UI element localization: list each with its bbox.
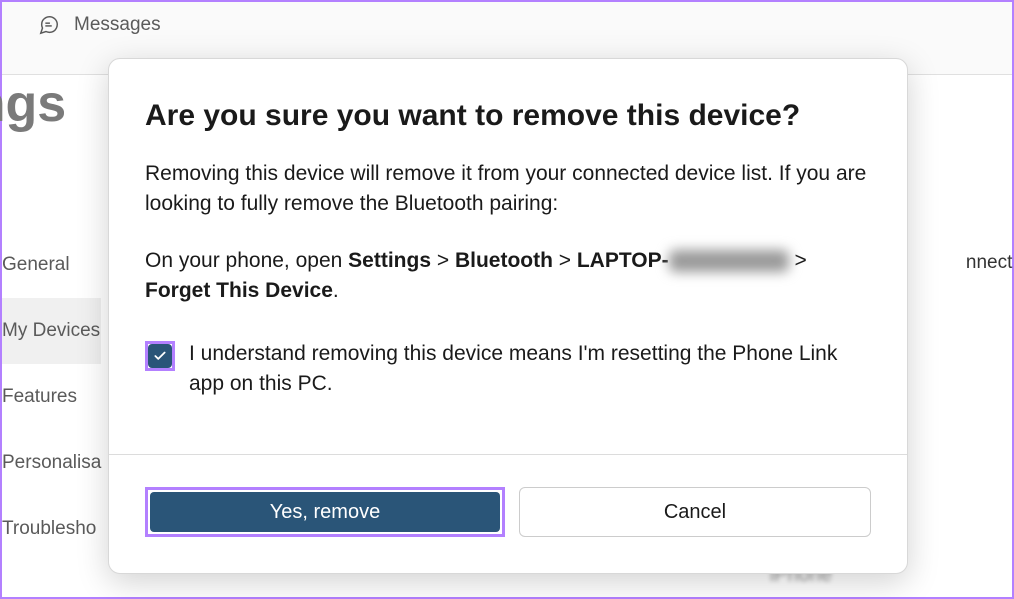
sidebar-item-my-devices[interactable]: My Devices	[2, 298, 101, 364]
path-sep2: >	[553, 249, 577, 272]
app-header: Messages	[2, 2, 1012, 48]
dialog-description: Removing this device will remove it from…	[145, 159, 871, 220]
dialog-title: Are you sure you want to remove this dev…	[145, 99, 871, 133]
sidebar-item-general[interactable]: General	[2, 232, 101, 298]
path-prefix: On your phone, open	[145, 249, 348, 272]
path-sep3: >	[789, 249, 807, 272]
path-settings: Settings	[348, 249, 431, 272]
path-suffix: .	[333, 279, 339, 302]
remove-device-dialog: Are you sure you want to remove this dev…	[108, 58, 908, 574]
path-forget: Forget This Device	[145, 279, 333, 302]
page-title-fragment: tings	[0, 74, 66, 134]
checkmark-icon	[153, 349, 167, 363]
acknowledge-row: I understand removing this device means …	[145, 339, 871, 400]
dialog-instruction-path: On your phone, open Settings > Bluetooth…	[145, 246, 871, 307]
sidebar-item-features[interactable]: Features	[2, 364, 101, 430]
right-text-fragment: nnect with t	[966, 252, 1014, 274]
acknowledge-label: I understand removing this device means …	[189, 339, 871, 400]
acknowledge-checkbox[interactable]	[148, 344, 172, 368]
yes-remove-button[interactable]: Yes, remove	[150, 492, 500, 532]
app-header-title: Messages	[74, 14, 161, 36]
path-sep1: >	[431, 249, 455, 272]
primary-button-highlight: Yes, remove	[145, 487, 505, 537]
settings-sidebar: General My Devices Features Personalisa …	[2, 232, 101, 562]
messages-icon	[38, 14, 60, 36]
sidebar-item-personalisation[interactable]: Personalisa	[2, 430, 101, 496]
sidebar-item-troubleshoot[interactable]: Troublesho	[2, 496, 101, 562]
dialog-body: Are you sure you want to remove this dev…	[109, 59, 907, 454]
redacted-device-name	[669, 250, 789, 272]
checkbox-highlight	[145, 341, 175, 371]
cancel-button[interactable]: Cancel	[519, 487, 871, 537]
path-bluetooth: Bluetooth	[455, 249, 553, 272]
dialog-footer: Yes, remove Cancel	[109, 454, 907, 573]
path-laptop: LAPTOP-	[577, 249, 669, 272]
